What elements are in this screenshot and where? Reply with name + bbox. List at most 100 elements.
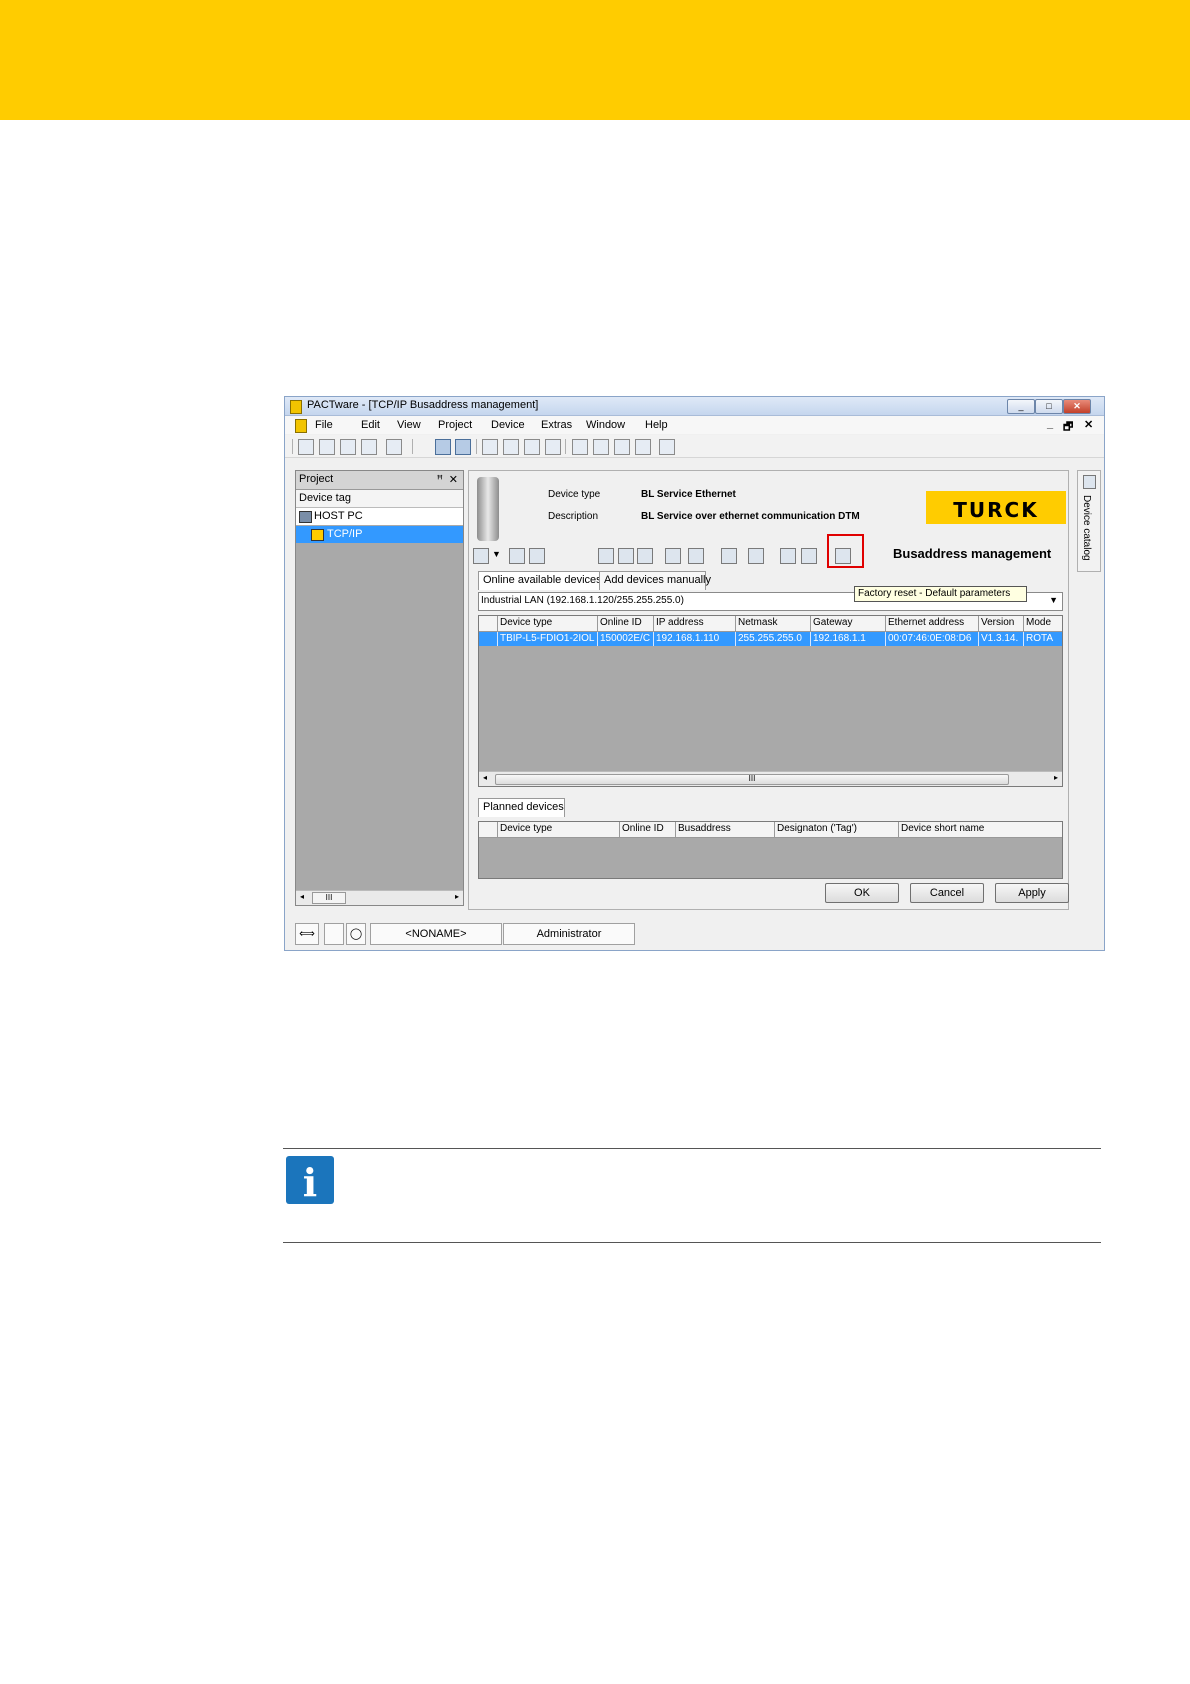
computer-icon: [299, 511, 312, 523]
download-icon[interactable]: [593, 439, 609, 455]
scroll-right-icon[interactable]: ▸: [455, 892, 459, 901]
properties-icon[interactable]: [659, 439, 675, 455]
col-ethernet-address[interactable]: Ethernet address: [888, 617, 976, 628]
view-select-icon[interactable]: [473, 548, 489, 564]
tree-item-host-pc[interactable]: HOST PC: [296, 508, 463, 525]
scroll-right-icon[interactable]: ▸: [1054, 773, 1058, 782]
tab-planned-devices[interactable]: Planned devices: [478, 798, 565, 817]
open-folder-icon[interactable]: [319, 439, 335, 455]
window-icon[interactable]: [482, 439, 498, 455]
col-sep: [810, 616, 811, 631]
col-busaddress[interactable]: Busaddress: [678, 823, 773, 834]
project-scrollbar[interactable]: ◂ III ▸: [296, 890, 463, 905]
copy-dropdown-icon[interactable]: [386, 439, 402, 455]
close-icon[interactable]: ✕: [449, 473, 458, 486]
menu-view[interactable]: View: [397, 419, 421, 431]
new-file-icon[interactable]: [298, 439, 314, 455]
description-value: BL Service over ethernet communication D…: [641, 511, 860, 522]
apply-button[interactable]: Apply: [995, 883, 1069, 903]
col-device-type[interactable]: Device type: [500, 823, 610, 834]
catalog-view-icon[interactable]: [455, 439, 471, 455]
ok-button[interactable]: OK: [825, 883, 899, 903]
planned-devices-grid[interactable]: Device type Online ID Busaddress Designa…: [478, 821, 1063, 879]
scroll-grip: III: [748, 774, 756, 783]
wink-icon[interactable]: [618, 548, 634, 564]
connection-icon[interactable]: ⟺: [295, 923, 319, 945]
print-icon[interactable]: [361, 439, 377, 455]
chevron-down-icon[interactable]: ▼: [1049, 595, 1058, 605]
menu-edit[interactable]: Edit: [361, 419, 380, 431]
col-device-type[interactable]: Device type: [500, 617, 596, 628]
toolbar-separator: [292, 439, 293, 454]
connect-icon[interactable]: [503, 439, 519, 455]
row-sep: [653, 632, 654, 646]
tab-online-devices[interactable]: Online available devices: [478, 571, 602, 590]
minimize-button[interactable]: _: [1007, 399, 1035, 414]
col-sep: [774, 822, 775, 837]
col-designation[interactable]: Designaton ('Tag'): [777, 823, 897, 834]
close-button[interactable]: ✕: [1063, 399, 1091, 414]
save-icon[interactable]: [340, 439, 356, 455]
status-lamp-icon: ◯: [346, 923, 366, 945]
col-gateway[interactable]: Gateway: [813, 617, 883, 628]
cancel-button[interactable]: Cancel: [910, 883, 984, 903]
col-netmask[interactable]: Netmask: [738, 617, 808, 628]
col-version[interactable]: Version: [981, 617, 1021, 628]
grid-scrollbar[interactable]: ◂ III ▸: [479, 771, 1062, 786]
tab-label: Online available devices: [483, 574, 602, 586]
pin-icon[interactable]: ꟸ: [437, 473, 443, 486]
device-catalog-tab[interactable]: Device catalog: [1077, 470, 1101, 572]
upload-device-icon[interactable]: [748, 548, 764, 564]
tab-label: Planned devices: [483, 801, 564, 813]
col-sep: [978, 616, 979, 631]
device-image: [477, 477, 499, 541]
pactware-window: PACTware - [TCP/IP Busaddress management…: [284, 396, 1105, 951]
ip-assign-icon[interactable]: [665, 548, 681, 564]
col-device-short-name[interactable]: Device short name: [901, 823, 1051, 834]
disconnect-icon[interactable]: [524, 439, 540, 455]
scroll-thumb[interactable]: III: [495, 774, 1009, 785]
scroll-left-icon[interactable]: ◂: [483, 773, 487, 782]
col-online-id[interactable]: Online ID: [600, 617, 652, 628]
reset-icon[interactable]: [801, 548, 817, 564]
col-online-id[interactable]: Online ID: [622, 823, 674, 834]
mdi-minimize-button[interactable]: _: [1047, 418, 1053, 430]
col-ip-address[interactable]: IP address: [656, 617, 728, 628]
menu-extras[interactable]: Extras: [541, 419, 572, 431]
diagnosis-icon[interactable]: [614, 439, 630, 455]
stop-icon[interactable]: [637, 548, 653, 564]
project-view-icon[interactable]: [435, 439, 451, 455]
device-type-label: Device type: [548, 489, 601, 500]
menu-project[interactable]: Project: [438, 419, 472, 431]
tab-add-manually[interactable]: Add devices manually: [599, 571, 711, 590]
menu-window[interactable]: Window: [586, 419, 625, 431]
scroll-left-icon[interactable]: ◂: [300, 892, 304, 901]
store-icon[interactable]: [780, 548, 796, 564]
device-tag-column[interactable]: Device tag: [296, 490, 463, 508]
network-select-value: Industrial LAN (192.168.1.120/255.255.25…: [481, 595, 684, 606]
network-scan-icon[interactable]: [635, 439, 651, 455]
description-label: Description: [548, 511, 599, 522]
add-device-icon[interactable]: [721, 548, 737, 564]
col-mode[interactable]: Mode: [1026, 617, 1061, 628]
ip-read-icon[interactable]: [688, 548, 704, 564]
table-row[interactable]: TBIP-L5-FDIO1-2IOL 150002E/C 192.168.1.1…: [479, 632, 1062, 646]
col-sep: [497, 616, 498, 631]
scroll-thumb[interactable]: III: [312, 892, 346, 904]
menu-device[interactable]: Device: [491, 419, 525, 431]
device-info-icon[interactable]: [509, 548, 525, 564]
chevron-down-icon[interactable]: ▼: [492, 549, 501, 559]
upload-icon[interactable]: [572, 439, 588, 455]
menu-help[interactable]: Help: [645, 419, 668, 431]
maximize-button[interactable]: □: [1035, 399, 1063, 414]
tree-item-tcpip[interactable]: TCP/IP: [296, 526, 463, 543]
online-devices-grid[interactable]: Device type Online ID IP address Netmask…: [478, 615, 1063, 787]
row-sep: [810, 632, 811, 646]
device-icon[interactable]: [545, 439, 561, 455]
cell-version: V1.3.14.: [981, 633, 1019, 644]
grid-header: Device type Online ID IP address Netmask…: [479, 616, 1062, 632]
menu-file[interactable]: File: [315, 419, 333, 431]
device-edit-icon[interactable]: [529, 548, 545, 564]
mdi-close-button[interactable]: ✕: [1084, 418, 1093, 431]
scan-network-icon[interactable]: [598, 548, 614, 564]
